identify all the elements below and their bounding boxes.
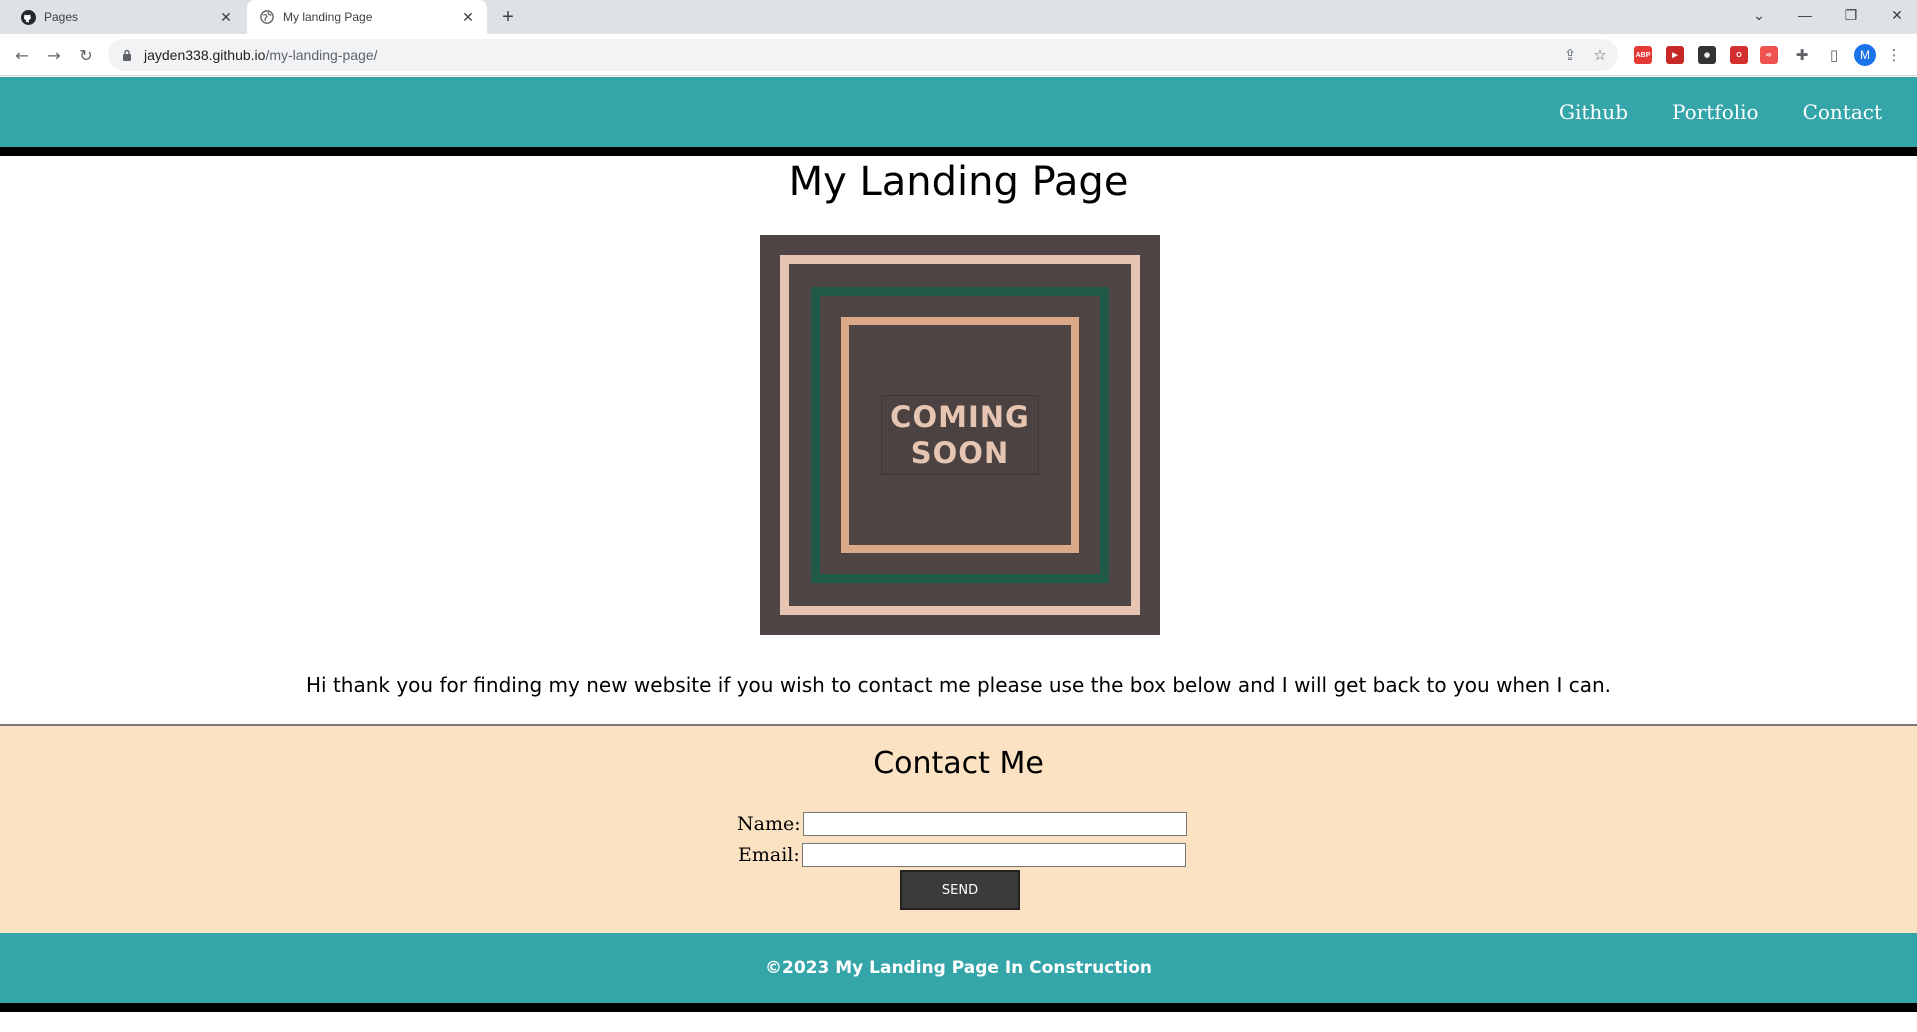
close-icon[interactable]: ✕ (215, 6, 237, 28)
site-header: Github Portfolio Contact (0, 77, 1917, 147)
profile-avatar[interactable]: M (1854, 44, 1876, 66)
nav-link-github[interactable]: Github (1559, 100, 1628, 124)
tab-search-icon[interactable]: ⌄ (1744, 0, 1774, 30)
email-field[interactable] (801, 843, 1186, 867)
email-label: Email: (738, 844, 800, 866)
soon-text: SOON (910, 436, 1010, 470)
site-footer: ©2023 My Landing Page In Construction (0, 933, 1917, 1003)
tab-title: My landing Page (283, 10, 373, 24)
minimize-icon[interactable]: — (1790, 0, 1820, 30)
url-path: /my-landing-page/ (265, 47, 378, 63)
spy-extension-icon[interactable]: ◉ (1698, 46, 1716, 64)
header-divider (0, 147, 1917, 156)
web-page: Github Portfolio Contact My Landing Page… (0, 77, 1917, 1032)
address-bar[interactable]: jayden338.github.io/my-landing-page/ (108, 39, 1618, 71)
extensions-puzzle-icon[interactable]: ✚ (1788, 41, 1816, 69)
side-panel-icon[interactable]: ▯ (1820, 41, 1848, 69)
page-title: My Landing Page (788, 159, 1129, 205)
site-nav: Github Portfolio Contact (1559, 77, 1882, 147)
name-row: Name: (737, 812, 1187, 836)
github-icon (20, 9, 36, 25)
name-field[interactable] (802, 812, 1187, 836)
back-icon[interactable]: ← (8, 41, 36, 69)
new-tab-button[interactable]: + (496, 5, 520, 29)
intro-text: Hi thank you for finding my new website … (306, 673, 1611, 697)
footer-divider (0, 1003, 1917, 1012)
window-close-icon[interactable]: ✕ (1882, 0, 1912, 30)
bookmark-star-icon[interactable]: ☆ (1586, 41, 1614, 69)
restore-icon[interactable]: ❐ (1836, 0, 1866, 30)
name-label: Name: (737, 813, 801, 835)
contact-section: Contact Me Name: Email: SEND (0, 724, 1917, 933)
nav-link-contact[interactable]: Contact (1803, 100, 1882, 124)
browser-toolbar: ← → ↻ jayden338.github.io/my-landing-pag… (0, 34, 1917, 76)
share-icon[interactable]: ⇪ (1556, 41, 1584, 69)
tab-my-landing-page[interactable]: My landing Page ✕ (247, 0, 487, 34)
send-button[interactable]: SEND (900, 870, 1020, 910)
nav-link-portfolio[interactable]: Portfolio (1672, 100, 1759, 124)
contact-heading: Contact Me (873, 746, 1044, 781)
opera-extension-icon[interactable]: O (1730, 46, 1748, 64)
arrow-extension-icon[interactable]: ➪ (1760, 46, 1778, 64)
globe-icon (259, 9, 275, 25)
tab-pages[interactable]: Pages ✕ (8, 0, 245, 34)
email-row: Email: (738, 843, 1186, 867)
reload-icon[interactable]: ↻ (72, 41, 100, 69)
menu-kebab-icon[interactable]: ⋮ (1880, 41, 1908, 69)
forward-icon[interactable]: → (40, 41, 68, 69)
close-icon[interactable]: ✕ (457, 6, 479, 28)
url-host: jayden338.github.io (144, 47, 266, 63)
tab-strip: Pages ✕ My landing Page ✕ + ⌄ — ❐ ✕ (0, 0, 1917, 34)
tab-title: Pages (44, 10, 79, 24)
coming-text: COMING (890, 400, 1030, 434)
video-extension-icon[interactable]: ▶ (1666, 46, 1684, 64)
coming-soon-image: COMING SOON (760, 235, 1160, 635)
lock-icon (120, 49, 134, 61)
coming-soon-label: COMING SOON (881, 395, 1039, 475)
adblock-plus-icon[interactable]: ABP (1634, 46, 1652, 64)
